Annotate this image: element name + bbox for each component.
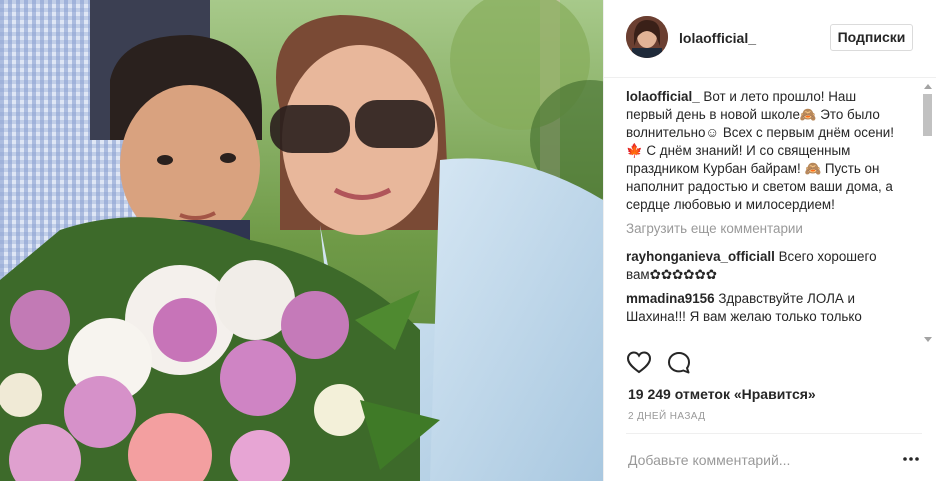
avatar[interactable] xyxy=(626,16,668,58)
post-timestamp[interactable]: 2 ДНЕЙ НАЗАД xyxy=(628,411,705,422)
scroll-up-arrow-icon[interactable] xyxy=(924,84,932,89)
heart-icon[interactable] xyxy=(626,350,652,376)
caption: lolaofficial_ Вот и лето прошло! Наш пер… xyxy=(626,88,906,214)
comment-username[interactable]: rayhonganieva_officiall xyxy=(626,249,775,264)
add-comment-bar xyxy=(626,433,922,481)
comment-username[interactable]: mmadina9156 xyxy=(626,291,715,306)
scroll-down-arrow-icon[interactable] xyxy=(924,337,932,342)
post-sidebar: lolaofficial_ Подписки lolaofficial_ Вот… xyxy=(603,0,936,481)
post-actions xyxy=(626,350,726,380)
comments-list: lolaofficial_ Вот и лето прошло! Наш пер… xyxy=(626,88,906,344)
more-options-icon[interactable] xyxy=(902,450,920,468)
post-photo[interactable] xyxy=(0,0,603,481)
caption-username[interactable]: lolaofficial_ xyxy=(626,89,700,104)
photo-illustration xyxy=(0,0,603,481)
comments-scrollbar[interactable] xyxy=(922,82,934,344)
list-item: mmadina9156 Здравствуйте ЛОЛА и Шахина!!… xyxy=(626,290,906,326)
likes-count[interactable]: 19 249 отметок «Нравится» xyxy=(628,386,816,402)
load-more-comments-link[interactable]: Загрузить еще комментарии xyxy=(626,220,906,238)
following-button[interactable]: Подписки xyxy=(830,24,913,51)
post-header: lolaofficial_ Подписки xyxy=(604,0,936,78)
list-item: rayhonganieva_officiall Всего хорошего в… xyxy=(626,248,906,284)
scroll-thumb[interactable] xyxy=(923,94,932,136)
avatar-image xyxy=(626,16,668,58)
comment-icon[interactable] xyxy=(666,350,692,376)
comment-input[interactable] xyxy=(628,450,858,470)
username-link[interactable]: lolaofficial_ xyxy=(679,30,756,46)
caption-text: Вот и лето прошло! Наш первый день в нов… xyxy=(626,89,895,212)
